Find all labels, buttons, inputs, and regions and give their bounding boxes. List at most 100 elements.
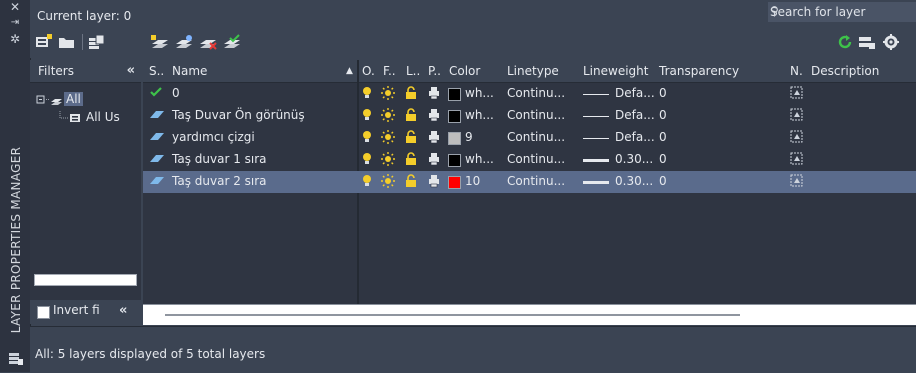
thaw-sun-icon[interactable] xyxy=(381,108,395,125)
new-vp-freeze-icon[interactable] xyxy=(790,152,804,169)
layer-row[interactable]: Taş Duvar Ön görünüş wh... Continu... Defa.… xyxy=(143,105,916,127)
column-lock[interactable]: L.. xyxy=(406,64,420,78)
grid-horizontal-scrollbar[interactable] xyxy=(143,304,916,325)
layer-linetype[interactable]: Continu... xyxy=(507,130,565,144)
layer-row[interactable]: yardımcı çizgi 9 Continu... Defa... 0 xyxy=(143,127,916,149)
settings-icon[interactable] xyxy=(882,34,900,50)
plot-printer-icon[interactable] xyxy=(428,108,440,125)
new-layer-vp-frozen-icon[interactable] xyxy=(174,34,194,50)
column-lineweight[interactable]: Lineweight xyxy=(583,64,648,78)
thaw-sun-icon[interactable] xyxy=(381,174,395,191)
close-icon[interactable]: ✕ xyxy=(7,0,23,14)
layer-row[interactable]: 0 wh... Continu... Defa... 0 xyxy=(143,83,916,105)
plot-printer-icon[interactable] xyxy=(428,130,440,147)
scrollbar-track[interactable] xyxy=(165,314,740,316)
layer-transparency[interactable]: 0 xyxy=(659,174,667,188)
layer-states-manager-icon[interactable] xyxy=(88,34,106,50)
filters-scrollbar[interactable] xyxy=(34,274,137,286)
layer-row[interactable]: Taş duvar 2 sıra 10 Continu... 0.30... 0 xyxy=(143,171,916,193)
invert-filter-checkbox[interactable] xyxy=(37,306,50,319)
layer-lineweight[interactable]: Defa... xyxy=(615,130,655,144)
new-vp-freeze-icon[interactable] xyxy=(790,130,804,147)
layer-linetype[interactable]: Continu... xyxy=(507,152,565,166)
gear-icon[interactable]: ✲ xyxy=(7,32,23,46)
color-swatch[interactable] xyxy=(448,132,461,145)
layer-lineweight[interactable]: 0.30... xyxy=(615,174,653,188)
layer-lineweight[interactable]: Defa... xyxy=(615,86,655,100)
new-vp-freeze-icon[interactable] xyxy=(790,174,804,191)
plot-printer-icon[interactable] xyxy=(428,174,440,191)
on-bulb-icon[interactable] xyxy=(362,86,372,103)
set-current-icon[interactable] xyxy=(222,34,242,50)
layer-transparency[interactable]: 0 xyxy=(659,108,667,122)
layer-name[interactable]: yardımcı çizgi xyxy=(172,130,255,144)
color-swatch[interactable] xyxy=(448,110,461,123)
color-swatch[interactable] xyxy=(448,154,461,167)
layer-settings-icon[interactable] xyxy=(858,34,876,50)
unlock-icon[interactable] xyxy=(405,108,417,125)
layer-status-icon xyxy=(149,108,165,122)
plot-printer-icon[interactable] xyxy=(428,86,440,103)
layer-name[interactable]: Taş Duvar Ön görünüş xyxy=(172,108,305,122)
layer-row[interactable]: Taş duvar 1 sıra wh... Continu... 0.30... 0 xyxy=(143,149,916,171)
unlock-icon[interactable] xyxy=(405,152,417,169)
unlock-icon[interactable] xyxy=(405,174,417,191)
layer-linetype[interactable]: Continu... xyxy=(507,174,565,188)
layer-color[interactable]: 10 xyxy=(465,174,480,188)
search-input[interactable]: Search for layer ⚲ xyxy=(768,2,916,22)
layer-linetype[interactable]: Continu... xyxy=(507,108,565,122)
layer-linetype[interactable]: Continu... xyxy=(507,86,565,100)
new-vp-freeze-icon[interactable] xyxy=(790,108,804,125)
collapse-filters-button[interactable]: « xyxy=(127,63,135,78)
thaw-sun-icon[interactable] xyxy=(381,152,395,169)
on-bulb-icon[interactable] xyxy=(362,152,372,169)
color-swatch[interactable] xyxy=(448,176,461,189)
column-transparency[interactable]: Transparency xyxy=(659,64,739,78)
column-status[interactable]: S.. xyxy=(149,64,164,78)
layer-color[interactable]: wh... xyxy=(465,108,494,122)
new-vp-freeze-icon[interactable] xyxy=(790,86,804,103)
layer-name[interactable]: Taş duvar 2 sıra xyxy=(172,174,267,188)
column-new-vp-freeze[interactable]: N. xyxy=(790,64,803,78)
pin-icon[interactable]: ⇥ xyxy=(7,16,23,30)
layer-name[interactable]: 0 xyxy=(172,86,180,100)
layer-transparency[interactable]: 0 xyxy=(659,152,667,166)
column-freeze[interactable]: F.. xyxy=(383,64,396,78)
filters-header-label: Filters xyxy=(38,64,74,78)
layer-name[interactable]: Taş duvar 1 sıra xyxy=(172,152,267,166)
new-layer-icon[interactable] xyxy=(150,34,170,50)
layer-transparency[interactable]: 0 xyxy=(659,130,667,144)
column-color[interactable]: Color xyxy=(449,64,480,78)
color-swatch[interactable] xyxy=(448,88,461,101)
thaw-sun-icon[interactable] xyxy=(381,130,395,147)
thaw-sun-icon[interactable] xyxy=(381,86,395,103)
on-bulb-icon[interactable] xyxy=(362,174,372,191)
layer-color[interactable]: wh... xyxy=(465,86,494,100)
layer-status-icon xyxy=(149,152,165,166)
collapse-filters-bottom-button[interactable]: « xyxy=(119,303,127,318)
on-bulb-icon[interactable] xyxy=(362,108,372,125)
column-name[interactable]: Name xyxy=(172,64,207,78)
column-linetype[interactable]: Linetype xyxy=(507,64,559,78)
column-description[interactable]: Description xyxy=(811,64,879,78)
toolbar-divider xyxy=(82,34,83,50)
layer-lineweight[interactable]: 0.30... xyxy=(615,152,653,166)
lineweight-sample xyxy=(583,138,609,139)
layer-color[interactable]: wh... xyxy=(465,152,494,166)
delete-layer-icon[interactable] xyxy=(198,34,218,50)
new-property-filter-icon[interactable] xyxy=(35,34,53,50)
filter-tree-all-used-label: All Us xyxy=(86,110,120,124)
plot-printer-icon[interactable] xyxy=(428,152,440,169)
unlock-icon[interactable] xyxy=(405,86,417,103)
column-on[interactable]: O. xyxy=(362,64,375,78)
filter-tree-all-used[interactable]: All Us xyxy=(58,108,120,126)
filter-tree-all[interactable]: All xyxy=(36,90,83,108)
layer-transparency[interactable]: 0 xyxy=(659,86,667,100)
unlock-icon[interactable] xyxy=(405,130,417,147)
on-bulb-icon[interactable] xyxy=(362,130,372,147)
new-group-filter-icon[interactable] xyxy=(58,34,76,50)
refresh-icon[interactable] xyxy=(836,34,854,50)
column-plot[interactable]: P.. xyxy=(428,64,441,78)
layer-lineweight[interactable]: Defa... xyxy=(615,108,655,122)
layer-color[interactable]: 9 xyxy=(465,130,473,144)
